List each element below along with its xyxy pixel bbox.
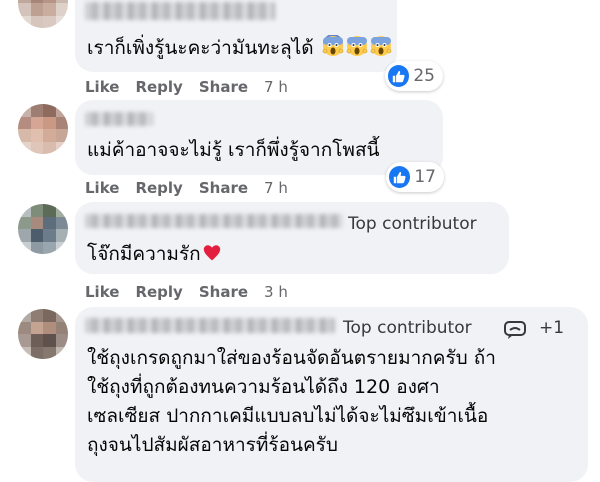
comment-text-line: ใช้ถุงที่ถูกต้องทนความร้อนได้ถึง 120 องศ… (87, 376, 440, 398)
face-screaming-in-fear-icon (322, 35, 343, 56)
comment-text-line: ใช้ถุงเกรดถูกมาใส่ของร้อนจัดอันตรายมากคร… (87, 347, 496, 369)
comment-text-line: เราก็เพิ่งรู้นะคะว่ามันทะลุได้ (87, 37, 314, 59)
comment-text-line: เซลเซียส ปากกาเคมีแบบลบไม่ได้จะไม่ซึมเข้… (87, 405, 489, 427)
timestamp[interactable]: 7 h (264, 78, 288, 96)
reaction-summary[interactable]: 17 (386, 162, 444, 192)
avatar[interactable] (18, 104, 68, 154)
author-name-blurred[interactable] (85, 2, 275, 20)
reply-button[interactable]: Reply (135, 78, 182, 96)
author-name-blurred[interactable] (85, 112, 153, 126)
comment-text-line: โจ๊กมีความรัก (87, 243, 201, 265)
comment-bubble: Top contributor โจ๊กมีความรัก (75, 202, 509, 274)
like-button[interactable]: Like (85, 78, 119, 96)
face-screaming-in-fear-icon (346, 36, 367, 56)
comment-text-line: แม่ค้าอาจจะไม่รู้ เราก็พึ่งรู้จากโพสนี้ (87, 139, 380, 161)
comment-text: เราก็เพิ่งรู้นะคะว่ามันทะลุได้ (87, 34, 392, 63)
comment-text: ใช้ถุงเกรดถูกมาใส่ของร้อนจัดอันตรายมากคร… (87, 344, 496, 460)
timestamp[interactable]: 7 h (264, 179, 288, 197)
reply-button[interactable]: Reply (135, 283, 182, 301)
top-contributor-badge: Top contributor (348, 214, 477, 234)
like-button[interactable]: Like (85, 179, 119, 197)
author-name-blurred[interactable] (85, 214, 343, 228)
author-name-blurred[interactable] (85, 318, 335, 333)
badge-extra-count[interactable]: +1 (539, 318, 564, 338)
comment-text: แม่ค้าอาจจะไม่รู้ เราก็พึ่งรู้จากโพสนี้ (87, 136, 380, 165)
like-button[interactable]: Like (85, 283, 119, 301)
chat-bubble-icon (504, 321, 526, 339)
avatar[interactable] (18, 204, 68, 254)
comment-bubble: เราก็เพิ่งรู้นะคะว่ามันทะลุได้ (75, 0, 397, 72)
comment-text-line: ถุงจนไปสัมผัสอาหารที่ร้อนครับ (87, 434, 338, 456)
comment-actions: Like Reply Share 7 h (85, 78, 304, 96)
red-heart-icon (203, 245, 220, 261)
timestamp[interactable]: 3 h (264, 283, 288, 301)
share-button[interactable]: Share (199, 283, 248, 301)
comment-bubble: แม่ค้าอาจจะไม่รู้ เราก็พึ่งรู้จากโพสนี้ (75, 100, 443, 175)
reply-button[interactable]: Reply (135, 179, 182, 197)
top-contributor-badge: Top contributor (343, 318, 472, 338)
comment-text: โจ๊กมีความรัก (87, 240, 221, 269)
reaction-count: 25 (413, 66, 435, 86)
share-button[interactable]: Share (199, 78, 248, 96)
like-icon (389, 166, 411, 188)
reaction-count: 17 (414, 167, 436, 187)
avatar[interactable] (18, 0, 68, 28)
comment-actions: Like Reply Share 3 h (85, 283, 304, 301)
comment-bubble: Top contributor +1 ใช้ถุงเกรดถูกมาใส่ของ… (75, 307, 588, 482)
face-screaming-in-fear-icon (370, 36, 391, 56)
comment-actions: Like Reply Share 7 h (85, 179, 304, 197)
reaction-summary[interactable]: 25 (385, 61, 443, 91)
like-icon (388, 65, 410, 87)
share-button[interactable]: Share (199, 179, 248, 197)
avatar[interactable] (18, 309, 68, 359)
